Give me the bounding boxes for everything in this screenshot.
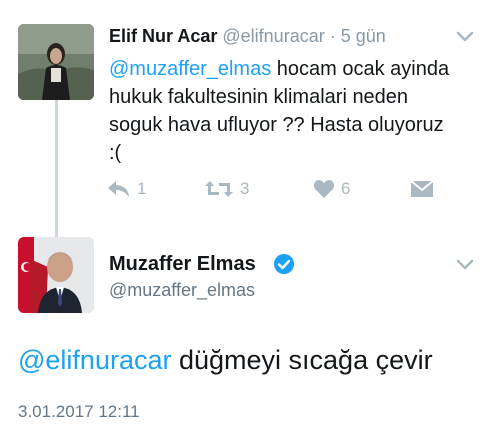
like-button[interactable]: 6 bbox=[313, 176, 350, 202]
tweet1-mention-link[interactable]: @muzaffer_elmas bbox=[109, 58, 271, 80]
like-count: 6 bbox=[341, 179, 351, 198]
tweet2-timestamp[interactable]: 3.01.2017 12:11 bbox=[18, 402, 140, 422]
reply-button[interactable]: 1 bbox=[107, 176, 146, 202]
avatar-elif[interactable] bbox=[18, 24, 94, 100]
reply-count: 1 bbox=[137, 179, 147, 198]
avatar-muzaffer[interactable] bbox=[18, 237, 94, 313]
retweet-button[interactable]: 3 bbox=[204, 176, 249, 202]
verified-badge-icon bbox=[274, 254, 294, 274]
tweet2-text: @elifnuracar düğmeyi sıcağa çevir bbox=[18, 345, 433, 376]
heart-icon bbox=[313, 180, 335, 198]
tweet1-author-handle[interactable]: @elifnuracar bbox=[222, 26, 324, 46]
tweet2-text-content: düğmeyi sıcağa çevir bbox=[171, 345, 433, 375]
direct-message-button[interactable] bbox=[410, 176, 434, 202]
chevron-down-icon[interactable] bbox=[455, 30, 475, 44]
tweet2-author-name[interactable]: Muzaffer Elmas bbox=[109, 253, 256, 276]
thread-connector-line bbox=[55, 80, 58, 240]
reply-icon bbox=[108, 181, 129, 197]
chevron-down-icon[interactable] bbox=[455, 258, 475, 272]
tweet2-mention-link[interactable]: @elifnuracar bbox=[18, 345, 171, 375]
tweet1-text: @muzaffer_elmas hocam ocak ayinda hukuk … bbox=[109, 55, 454, 167]
tweet1-time[interactable]: 5 gün bbox=[341, 26, 386, 46]
retweet-icon bbox=[205, 181, 233, 197]
tweet1-header: Elif Nur Acar @elifnuracar · 5 gün bbox=[109, 26, 386, 47]
tweet2-author-handle[interactable]: @muzaffer_elmas bbox=[109, 280, 255, 301]
direct-message-icon bbox=[410, 180, 434, 197]
tweet1-separator: · bbox=[329, 26, 336, 46]
tweet1-author-name[interactable]: Elif Nur Acar bbox=[109, 26, 217, 46]
retweet-count: 3 bbox=[240, 179, 250, 198]
